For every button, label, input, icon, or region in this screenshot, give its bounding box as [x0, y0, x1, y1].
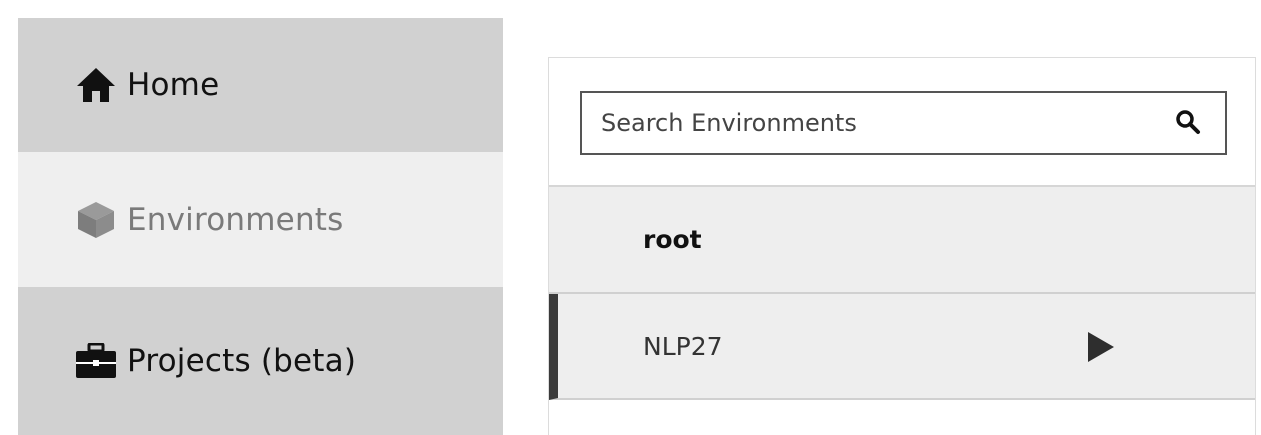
search-input[interactable] — [582, 94, 1163, 152]
briefcase-icon — [75, 341, 117, 381]
sidebar-item-home[interactable]: Home — [18, 18, 503, 152]
play-arrow-icon[interactable] — [1088, 332, 1114, 362]
environment-row-nlp27[interactable]: NLP27 — [549, 294, 1255, 400]
sidebar-item-label: Environments — [127, 201, 344, 238]
environment-row-root[interactable]: root — [549, 187, 1255, 294]
environment-name: root — [643, 225, 702, 254]
search-area — [549, 58, 1255, 187]
sidebar-item-projects[interactable]: Projects (beta) — [18, 287, 503, 435]
sidebar-item-environments[interactable]: Environments — [18, 152, 503, 287]
environment-name: NLP27 — [643, 331, 723, 361]
search-icon[interactable] — [1173, 107, 1203, 137]
home-icon — [75, 65, 117, 105]
search-box — [580, 91, 1227, 155]
sidebar: Home Environments Projects (beta) — [18, 18, 503, 435]
sidebar-item-label: Projects (beta) — [127, 343, 357, 379]
environments-panel: root NLP27 — [548, 57, 1256, 435]
cube-icon — [75, 200, 117, 240]
sidebar-item-label: Home — [127, 67, 220, 103]
